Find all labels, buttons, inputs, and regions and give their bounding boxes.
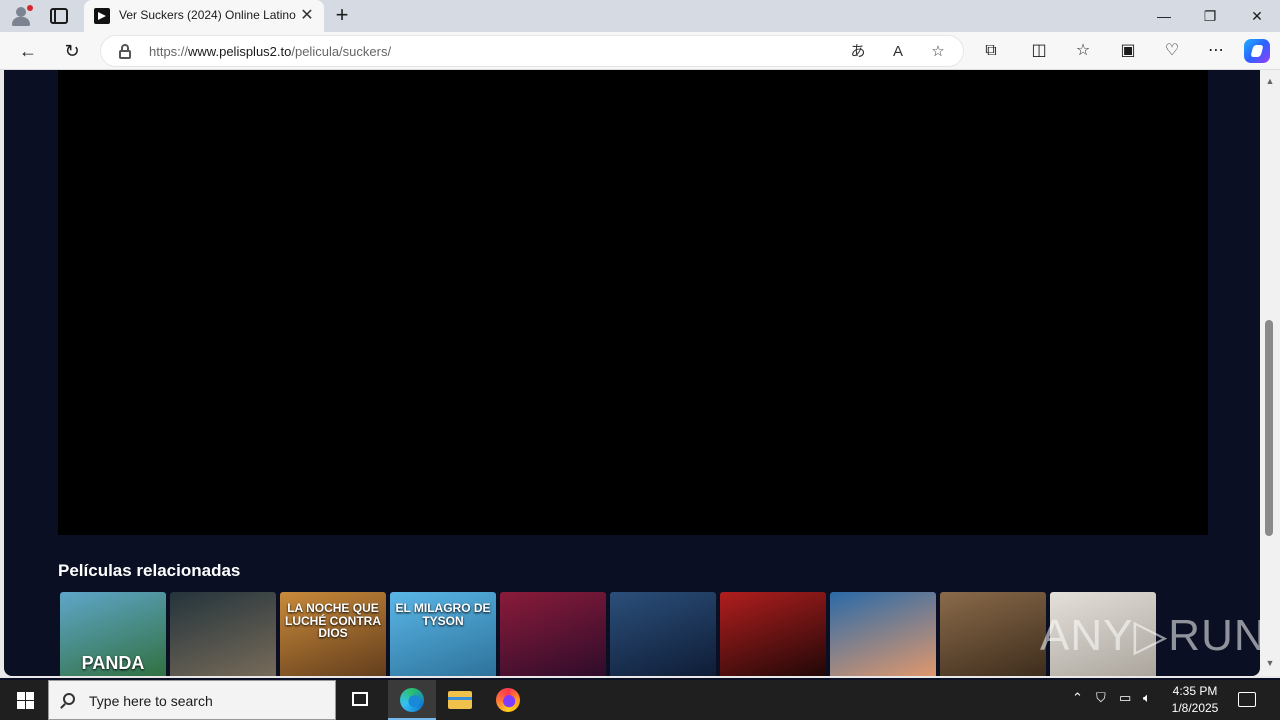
split-screen-icon[interactable]: ◫ bbox=[1027, 39, 1051, 63]
read-aloud-icon[interactable]: A bbox=[887, 41, 909, 63]
volume-icon[interactable]: 🔈︎ bbox=[1143, 690, 1151, 706]
start-button[interactable] bbox=[0, 680, 48, 720]
profile-icon[interactable] bbox=[8, 4, 34, 28]
tab-active[interactable]: Ver Suckers (2024) Online Latino ✕ bbox=[84, 0, 324, 32]
more-icon[interactable]: ⋯ bbox=[1204, 39, 1228, 63]
close-tab-button[interactable]: ✕ bbox=[297, 6, 317, 26]
url-path: /pelicula/suckers/ bbox=[291, 44, 392, 59]
taskbar: Type here to search ⌃ ⛉ ▭ 🔈︎ 4:35 PM 1/8… bbox=[0, 680, 1280, 720]
task-view-icon[interactable] bbox=[336, 680, 384, 720]
search-icon bbox=[63, 693, 75, 705]
movie-poster[interactable]: EL MILAGRO DE TYSON bbox=[390, 592, 496, 676]
movie-poster[interactable] bbox=[720, 592, 826, 676]
translate-icon[interactable]: あ bbox=[847, 41, 869, 63]
search-placeholder: Type here to search bbox=[89, 693, 213, 709]
scroll-up-arrow-icon[interactable]: ▲ bbox=[1264, 76, 1276, 86]
clock-date: 1/8/2025 bbox=[1171, 701, 1219, 715]
site-favicon-icon bbox=[94, 8, 110, 24]
clock[interactable]: 4:35 PM 1/8/2025 bbox=[1166, 683, 1224, 717]
firefox-icon[interactable] bbox=[484, 680, 532, 720]
restore-button[interactable]: ❐ bbox=[1187, 0, 1233, 32]
url-scheme: https:// bbox=[149, 44, 189, 59]
tab-title: Ver Suckers (2024) Online Latino bbox=[119, 8, 296, 22]
movie-poster[interactable]: PANDA bbox=[60, 592, 166, 676]
related-movies-list: PANDA LA NOCHE QUE LUCHÉ CONTRA DIOS EL MI… bbox=[60, 592, 1160, 676]
clock-time: 4:35 PM bbox=[1172, 684, 1218, 698]
back-button[interactable]: ← bbox=[15, 38, 41, 64]
security-icon[interactable]: ⛉ bbox=[1096, 690, 1106, 706]
favorites-icon[interactable]: ☆ bbox=[1071, 39, 1095, 63]
new-tab-button[interactable]: + bbox=[330, 4, 354, 28]
scroll-thumb[interactable] bbox=[1265, 320, 1273, 536]
notifications-icon[interactable] bbox=[1238, 692, 1256, 707]
show-hidden-icons-icon[interactable]: ⌃ bbox=[1072, 690, 1083, 706]
page-content: Películas relacionadas PANDA LA NOCHE QUE… bbox=[4, 70, 1260, 676]
url-host: www.pelisplus2.to bbox=[188, 44, 292, 59]
movie-poster[interactable] bbox=[500, 592, 606, 676]
movie-poster[interactable] bbox=[170, 592, 276, 676]
lock-icon[interactable] bbox=[119, 44, 131, 59]
address-bar[interactable]: https://www.pelisplus2.to/pelicula/sucke… bbox=[100, 35, 964, 67]
file-explorer-icon[interactable] bbox=[436, 680, 484, 720]
minimize-button[interactable]: — bbox=[1141, 0, 1187, 32]
favorite-star-icon[interactable]: ☆ bbox=[927, 41, 949, 63]
network-icon[interactable]: ▭ bbox=[1119, 690, 1131, 706]
copilot-icon[interactable] bbox=[1244, 39, 1270, 63]
browser-essentials-icon[interactable]: ♡ bbox=[1160, 39, 1184, 63]
reload-button[interactable]: ↻ bbox=[59, 38, 85, 64]
movie-poster[interactable]: LA NOCHE QUE LUCHÉ CONTRA DIOS bbox=[280, 592, 386, 676]
movie-poster-title: LA NOCHE QUE LUCHÉ CONTRA DIOS bbox=[285, 601, 381, 641]
video-player[interactable] bbox=[58, 70, 1208, 535]
url-text[interactable]: https://www.pelisplus2.to/pelicula/sucke… bbox=[149, 44, 391, 59]
tab-strip: Ver Suckers (2024) Online Latino ✕ + — ❐… bbox=[0, 0, 1280, 32]
extensions-icon[interactable]: ⧉ bbox=[979, 39, 1003, 63]
edge-icon[interactable] bbox=[388, 680, 436, 720]
movie-poster-title: EL MILAGRO DE TYSON bbox=[395, 601, 491, 628]
page-viewport: Películas relacionadas PANDA LA NOCHE QUE… bbox=[0, 70, 1280, 678]
anyrun-watermark: ANY▷RUN bbox=[1040, 611, 1267, 660]
tab-actions-icon[interactable] bbox=[50, 8, 68, 24]
movie-poster-title: PANDA bbox=[81, 653, 145, 673]
taskbar-search[interactable]: Type here to search bbox=[48, 680, 336, 720]
movie-poster[interactable] bbox=[830, 592, 936, 676]
close-window-button[interactable]: ✕ bbox=[1234, 0, 1280, 32]
collections-icon[interactable]: ▣ bbox=[1116, 39, 1140, 63]
movie-poster[interactable] bbox=[940, 592, 1046, 676]
scroll-down-arrow-icon[interactable]: ▼ bbox=[1264, 658, 1276, 668]
page-scrollbar[interactable]: ▲ ▼ bbox=[1260, 70, 1280, 676]
movie-poster[interactable] bbox=[610, 592, 716, 676]
browser-toolbar: ← ↻ https://www.pelisplus2.to/pelicula/s… bbox=[0, 32, 1280, 70]
related-movies-title: Películas relacionadas bbox=[58, 561, 241, 580]
